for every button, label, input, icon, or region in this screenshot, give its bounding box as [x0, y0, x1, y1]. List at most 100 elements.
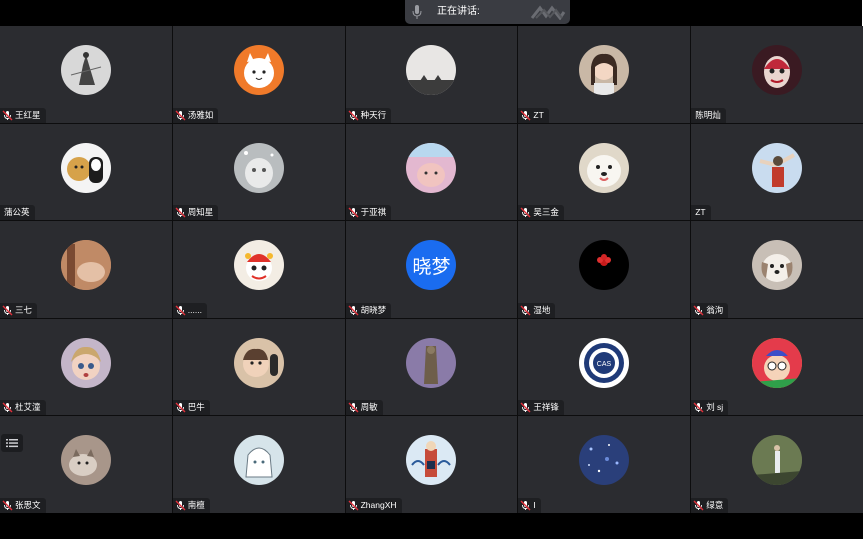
muted-mic-icon — [348, 110, 359, 121]
participant-name: 刘 sj — [706, 402, 724, 413]
avatar — [60, 337, 111, 388]
participant-tile[interactable]: I — [518, 416, 691, 513]
participant-tile[interactable]: 杜艾潼 — [0, 318, 172, 416]
list-icon — [6, 439, 18, 448]
speaking-wave-icon — [530, 5, 566, 20]
name-tag: 翁洵 — [691, 302, 729, 318]
name-tag: ZhangXH — [345, 497, 402, 513]
avatar — [579, 142, 630, 193]
participant-name: 吴三金 — [533, 207, 559, 218]
muted-mic-icon — [348, 402, 359, 413]
name-tag: 张思文 — [0, 497, 46, 513]
participant-tile[interactable]: 翁洵 — [691, 221, 863, 318]
participant-name: 南檀 — [187, 499, 205, 510]
participant-tile[interactable]: 刘 sj — [691, 318, 863, 416]
participant-name: 蒲公英 — [4, 207, 30, 218]
name-tag: 蒲公英 — [0, 205, 35, 221]
name-tag: I — [518, 497, 541, 513]
avatar — [233, 435, 284, 486]
participant-name: 胡晓梦 — [360, 304, 387, 315]
avatar — [233, 142, 284, 193]
participant-tile[interactable]: ZT — [691, 123, 863, 221]
participant-name: 湿地 — [533, 304, 551, 315]
muted-mic-icon — [520, 402, 531, 413]
name-tag: 王红星 — [0, 107, 46, 123]
participant-tile[interactable]: ZT — [518, 26, 691, 123]
participant-name: I — [533, 499, 536, 510]
avatar — [406, 435, 457, 486]
name-tag: 刘 sj — [691, 400, 729, 416]
participant-name: ZT — [695, 207, 706, 218]
name-tag: 三七 — [0, 302, 38, 318]
participant-tile[interactable]: 巴牛 — [172, 318, 345, 416]
name-tag: ZT — [691, 205, 711, 221]
participant-tile[interactable]: ...... — [172, 221, 345, 318]
participant-tile[interactable]: 汤雅如 — [172, 26, 345, 123]
participant-tile[interactable]: ZhangXH — [345, 416, 518, 513]
participant-tile[interactable]: 绿意 — [691, 416, 863, 513]
muted-mic-icon — [175, 500, 186, 511]
name-tag: 周知星 — [172, 205, 219, 221]
avatar — [60, 240, 111, 291]
participant-name: 三七 — [15, 304, 33, 315]
avatar — [752, 435, 803, 486]
name-tag: ZT — [518, 107, 549, 123]
participant-tile[interactable]: CAS 王祥锋 — [518, 318, 691, 416]
muted-mic-icon — [2, 110, 13, 121]
participant-tile[interactable]: 于亚祺 — [345, 123, 518, 221]
muted-mic-icon — [348, 500, 359, 511]
participant-tile[interactable]: 陈明灿 — [691, 26, 863, 123]
participant-list-button[interactable] — [1, 434, 23, 452]
name-tag: 王祥锋 — [518, 400, 564, 416]
avatar — [752, 142, 803, 193]
participant-tile[interactable]: 蒲公英 — [0, 123, 172, 221]
avatar — [406, 142, 457, 193]
avatar — [60, 142, 111, 193]
name-tag: 杜艾潼 — [0, 400, 46, 416]
avatar — [579, 45, 630, 95]
name-tag: ...... — [172, 302, 207, 318]
participant-name: 周知星 — [187, 207, 214, 218]
participant-tile[interactable]: 南檀 — [172, 416, 345, 513]
participant-tile[interactable]: 三七 — [0, 221, 172, 318]
name-tag: 陈明灿 — [691, 107, 726, 123]
muted-mic-icon — [348, 207, 359, 218]
muted-mic-icon — [693, 500, 704, 511]
avatar — [60, 435, 111, 486]
avatar — [752, 337, 803, 388]
speaking-label: 正在讲话: — [437, 6, 480, 17]
svg-text:CAS: CAS — [597, 361, 612, 368]
participant-name: 于亚祺 — [360, 207, 387, 218]
participant-name: 巴牛 — [187, 402, 205, 413]
muted-mic-icon — [520, 500, 531, 511]
name-tag: 绿意 — [691, 497, 729, 513]
muted-mic-icon — [2, 402, 13, 413]
muted-mic-icon — [693, 402, 704, 413]
participant-name: ZhangXH — [360, 499, 397, 510]
bottom-bar — [0, 513, 863, 539]
name-tag: 吴三金 — [518, 205, 564, 221]
name-tag: 巴牛 — [172, 400, 210, 416]
participant-name: ...... — [187, 304, 202, 315]
muted-mic-icon — [2, 305, 13, 316]
muted-mic-icon — [520, 207, 531, 218]
participant-tile[interactable]: 种天行 — [345, 26, 518, 123]
participant-name: 张思文 — [15, 499, 41, 510]
participant-tile[interactable]: 晓梦胡晓梦 — [345, 221, 518, 318]
avatar: 晓梦 — [406, 240, 457, 291]
participant-name: 杜艾潼 — [15, 402, 41, 413]
avatar — [233, 240, 284, 291]
participant-name: 周敏 — [360, 402, 378, 413]
name-tag: 于亚祺 — [345, 205, 392, 221]
avatar — [233, 45, 284, 95]
participant-tile[interactable]: 周敏 — [345, 318, 518, 416]
participant-tile[interactable]: 张思文 — [0, 416, 172, 513]
name-tag: 种天行 — [345, 107, 392, 123]
participant-tile[interactable]: 吴三金 — [518, 123, 691, 221]
name-tag: 胡晓梦 — [345, 302, 392, 318]
avatar — [579, 435, 630, 486]
participant-tile[interactable]: 湿地 — [518, 221, 691, 318]
participant-name: 陈明灿 — [695, 109, 721, 120]
participant-tile[interactable]: 王红星 — [0, 26, 172, 123]
participant-tile[interactable]: 周知星 — [172, 123, 345, 221]
